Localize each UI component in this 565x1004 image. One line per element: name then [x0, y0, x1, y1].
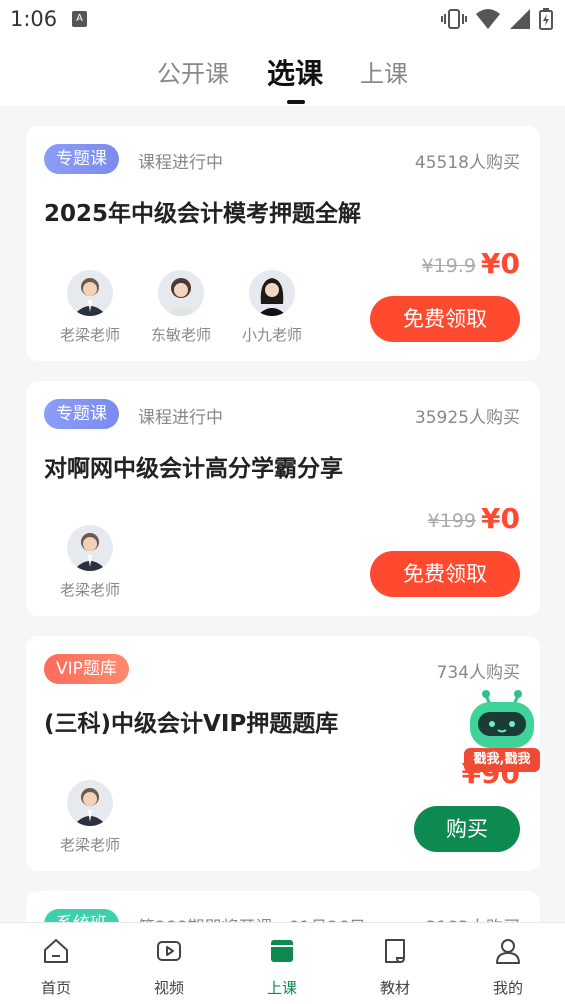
top-tab-bar: 公开课 选课 上课 — [0, 40, 565, 106]
teacher-name: 小九老师 — [241, 326, 302, 344]
buy-button[interactable]: 购买 — [414, 806, 520, 852]
course-card[interactable]: 专题课 课程进行中 35925人购买 对啊网中级会计高分学霸分享 老梁老师 ¥1… — [26, 381, 540, 616]
buyer-count: 734人购买 — [436, 663, 520, 683]
battery-icon — [539, 8, 553, 30]
wifi-icon — [476, 9, 500, 29]
accessibility-a-icon: A — [72, 11, 87, 27]
buyer-count: 35925人购买 — [414, 408, 520, 428]
course-status: 课程进行中 — [138, 153, 223, 173]
nav-class[interactable]: 上课 — [242, 937, 322, 998]
current-price: ¥0 — [481, 502, 520, 535]
book-icon — [385, 939, 405, 963]
teacher-avatar — [249, 270, 295, 316]
video-icon — [157, 941, 181, 961]
teacher-avatar — [67, 780, 113, 826]
teacher-name: 东敏老师 — [150, 326, 211, 344]
status-time: 1:06 — [10, 7, 58, 31]
nav-video[interactable]: 视频 — [129, 937, 209, 998]
signal-icon — [510, 9, 530, 29]
course-title: 2025年中级会计模考押题全解 — [44, 201, 362, 227]
current-price: ¥0 — [481, 247, 520, 280]
teacher: 老梁老师 — [50, 270, 130, 345]
teacher-name: 老梁老师 — [59, 581, 120, 599]
course-type-badge: 专题课 — [44, 399, 119, 429]
teacher-name: 老梁老师 — [59, 836, 120, 854]
teacher-avatar — [67, 270, 113, 316]
buyer-count: 45518人购买 — [414, 153, 520, 173]
teacher-avatar — [67, 525, 113, 571]
free-claim-button[interactable]: 免费领取 — [370, 296, 520, 342]
original-price: ¥19.9 — [421, 255, 476, 277]
floating-mascot[interactable]: 戳我,戳我 — [462, 688, 542, 774]
bottom-nav: 首页 视频 上课 教材 我的 — [0, 922, 565, 1004]
course-type-badge: 专题课 — [44, 144, 119, 174]
teacher: 东敏老师 — [141, 270, 221, 345]
free-claim-button[interactable]: 免费领取 — [370, 551, 520, 597]
robot-mascot-icon — [470, 690, 534, 748]
nav-textbook[interactable]: 教材 — [355, 937, 435, 998]
mascot-label: 戳我,戳我 — [464, 748, 540, 772]
nav-profile[interactable]: 我的 — [468, 937, 548, 998]
nav-label: 上课 — [266, 979, 297, 997]
profile-icon — [496, 939, 520, 964]
course-type-badge: VIP题库 — [44, 654, 129, 684]
home-icon — [44, 939, 68, 963]
status-icons — [441, 8, 553, 30]
teacher-name: 老梁老师 — [59, 326, 120, 344]
teacher: 老梁老师 — [50, 525, 130, 600]
course-title: (三科)中级会计VIP押题题库 — [44, 711, 339, 737]
nav-label: 首页 — [40, 979, 71, 997]
teacher: 小九老师 — [232, 270, 312, 345]
tab-select-course[interactable]: 选课 — [267, 52, 323, 92]
nav-label: 教材 — [379, 979, 410, 997]
tab-attend-class[interactable]: 上课 — [360, 54, 408, 89]
original-price: ¥199 — [427, 510, 476, 532]
nav-label: 视频 — [153, 979, 184, 997]
class-icon — [271, 940, 293, 962]
active-tab-indicator — [287, 100, 305, 104]
course-title: 对啊网中级会计高分学霸分享 — [44, 456, 343, 482]
teacher: 老梁老师 — [50, 780, 130, 855]
nav-label: 我的 — [492, 979, 523, 997]
course-status: 课程进行中 — [138, 408, 223, 428]
nav-home[interactable]: 首页 — [16, 937, 96, 998]
teacher-avatar — [158, 270, 204, 316]
course-card[interactable]: 专题课 课程进行中 45518人购买 2025年中级会计模考押题全解 老梁老师 … — [26, 126, 540, 361]
tab-open-course[interactable]: 公开课 — [157, 54, 229, 89]
status-bar: 1:06 A — [0, 0, 565, 40]
vibrate-icon — [441, 9, 467, 29]
